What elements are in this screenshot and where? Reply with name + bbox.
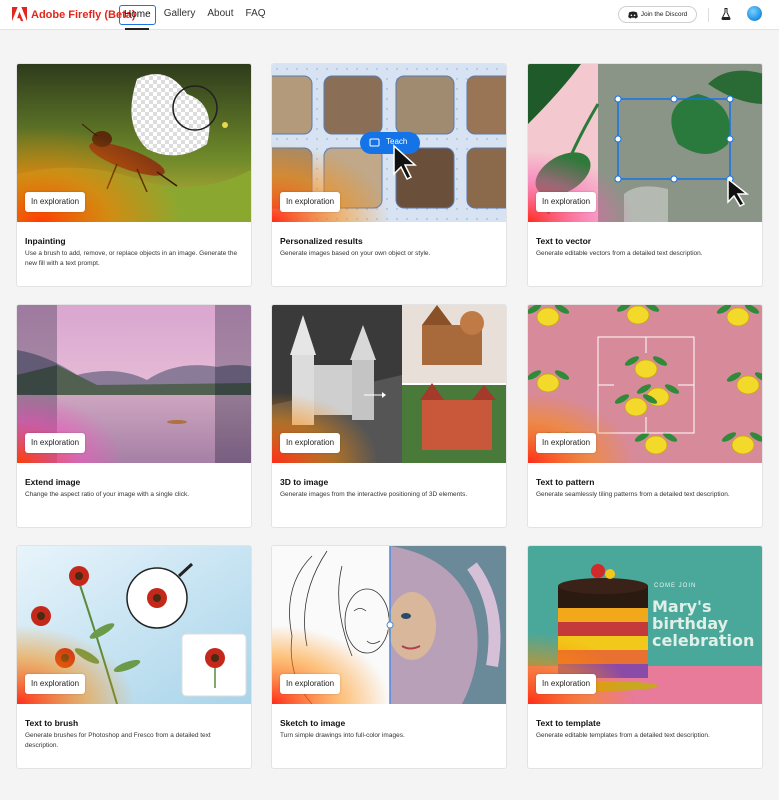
card-title: Text to pattern (536, 477, 595, 487)
header-divider (708, 8, 709, 22)
template-heading: Mary's birthday celebration (652, 598, 754, 649)
adobe-firefly-logo[interactable]: Adobe Firefly (Beta) (12, 7, 136, 22)
status-badge: In exploration (280, 674, 341, 694)
card-description: Turn simple drawings into full-color ima… (280, 732, 405, 739)
card-text-to-vector[interactable]: In exploration Text to vector Generate e… (527, 63, 763, 287)
discord-button-label: Join the Discord (640, 11, 688, 18)
card-description: Generate brushes for Photoshop and Fresc… (25, 732, 211, 749)
card-description: Change the aspect ratio of your image wi… (25, 491, 190, 498)
adobe-logo-icon (12, 7, 27, 22)
card-sketch-to-image[interactable]: In exploration Sketch to image Turn simp… (271, 545, 507, 769)
status-badge: In exploration (536, 674, 597, 694)
card-3d-to-image[interactable]: In exploration 3D to image Generate imag… (271, 304, 507, 528)
nav-home[interactable]: Home (119, 5, 156, 25)
card-text-to-brush[interactable]: In exploration Text to brush Generate br… (16, 545, 252, 769)
nav-faq[interactable]: FAQ (242, 5, 270, 25)
card-title: Text to template (536, 718, 601, 728)
template-heading-line-3: celebration (652, 631, 755, 650)
active-nav-underline (125, 28, 149, 30)
status-badge: In exploration (25, 674, 86, 694)
top-header: Adobe Firefly (Beta) Home Gallery About … (0, 0, 779, 30)
card-description: Generate seamlessly tiling patterns from… (536, 491, 730, 498)
discord-icon (627, 11, 638, 18)
template-heading-line-2: birthday (652, 614, 729, 633)
card-personalized-results[interactable]: Teach In exploration Personalized result… (271, 63, 507, 287)
template-heading-line-1: Mary's (652, 597, 712, 616)
card-title: Extend image (25, 477, 81, 487)
card-description: Generate images based on your own object… (280, 250, 431, 257)
teach-label: Teach (386, 137, 408, 146)
main-nav: Home Gallery About FAQ (119, 5, 274, 25)
card-title: Inpainting (25, 236, 66, 246)
card-title: Text to vector (536, 236, 592, 246)
card-title: Personalized results (280, 236, 363, 246)
status-badge: In exploration (280, 433, 341, 453)
status-badge: In exploration (25, 433, 86, 453)
card-title: Text to brush (25, 718, 79, 728)
nav-about[interactable]: About (203, 5, 237, 25)
card-text-to-template[interactable]: COME JOIN Mary's birthday celebration In… (527, 545, 763, 769)
card-description: Generate editable templates from a detai… (536, 732, 710, 739)
status-badge: In exploration (25, 192, 86, 212)
card-description: Use a brush to add, remove, or replace o… (25, 250, 238, 267)
card-title: Sketch to image (280, 718, 346, 728)
template-subheading: COME JOIN (654, 583, 697, 589)
status-badge: In exploration (536, 433, 597, 453)
card-description: Generate editable vectors from a detaile… (536, 250, 703, 257)
nav-gallery[interactable]: Gallery (160, 5, 200, 25)
status-badge: In exploration (280, 192, 341, 212)
flask-icon[interactable] (721, 8, 731, 20)
card-inpainting[interactable]: In exploration Inpainting Use a brush to… (16, 63, 252, 287)
status-badge: In exploration (536, 192, 597, 212)
card-extend-image[interactable]: In exploration Extend image Change the a… (16, 304, 252, 528)
card-title: 3D to image (280, 477, 329, 487)
user-avatar[interactable] (747, 6, 762, 21)
join-discord-button[interactable]: Join the Discord (618, 6, 697, 23)
card-text-to-pattern[interactable]: In exploration Text to pattern Generate … (527, 304, 763, 528)
card-description: Generate images from the interactive pos… (280, 491, 468, 498)
